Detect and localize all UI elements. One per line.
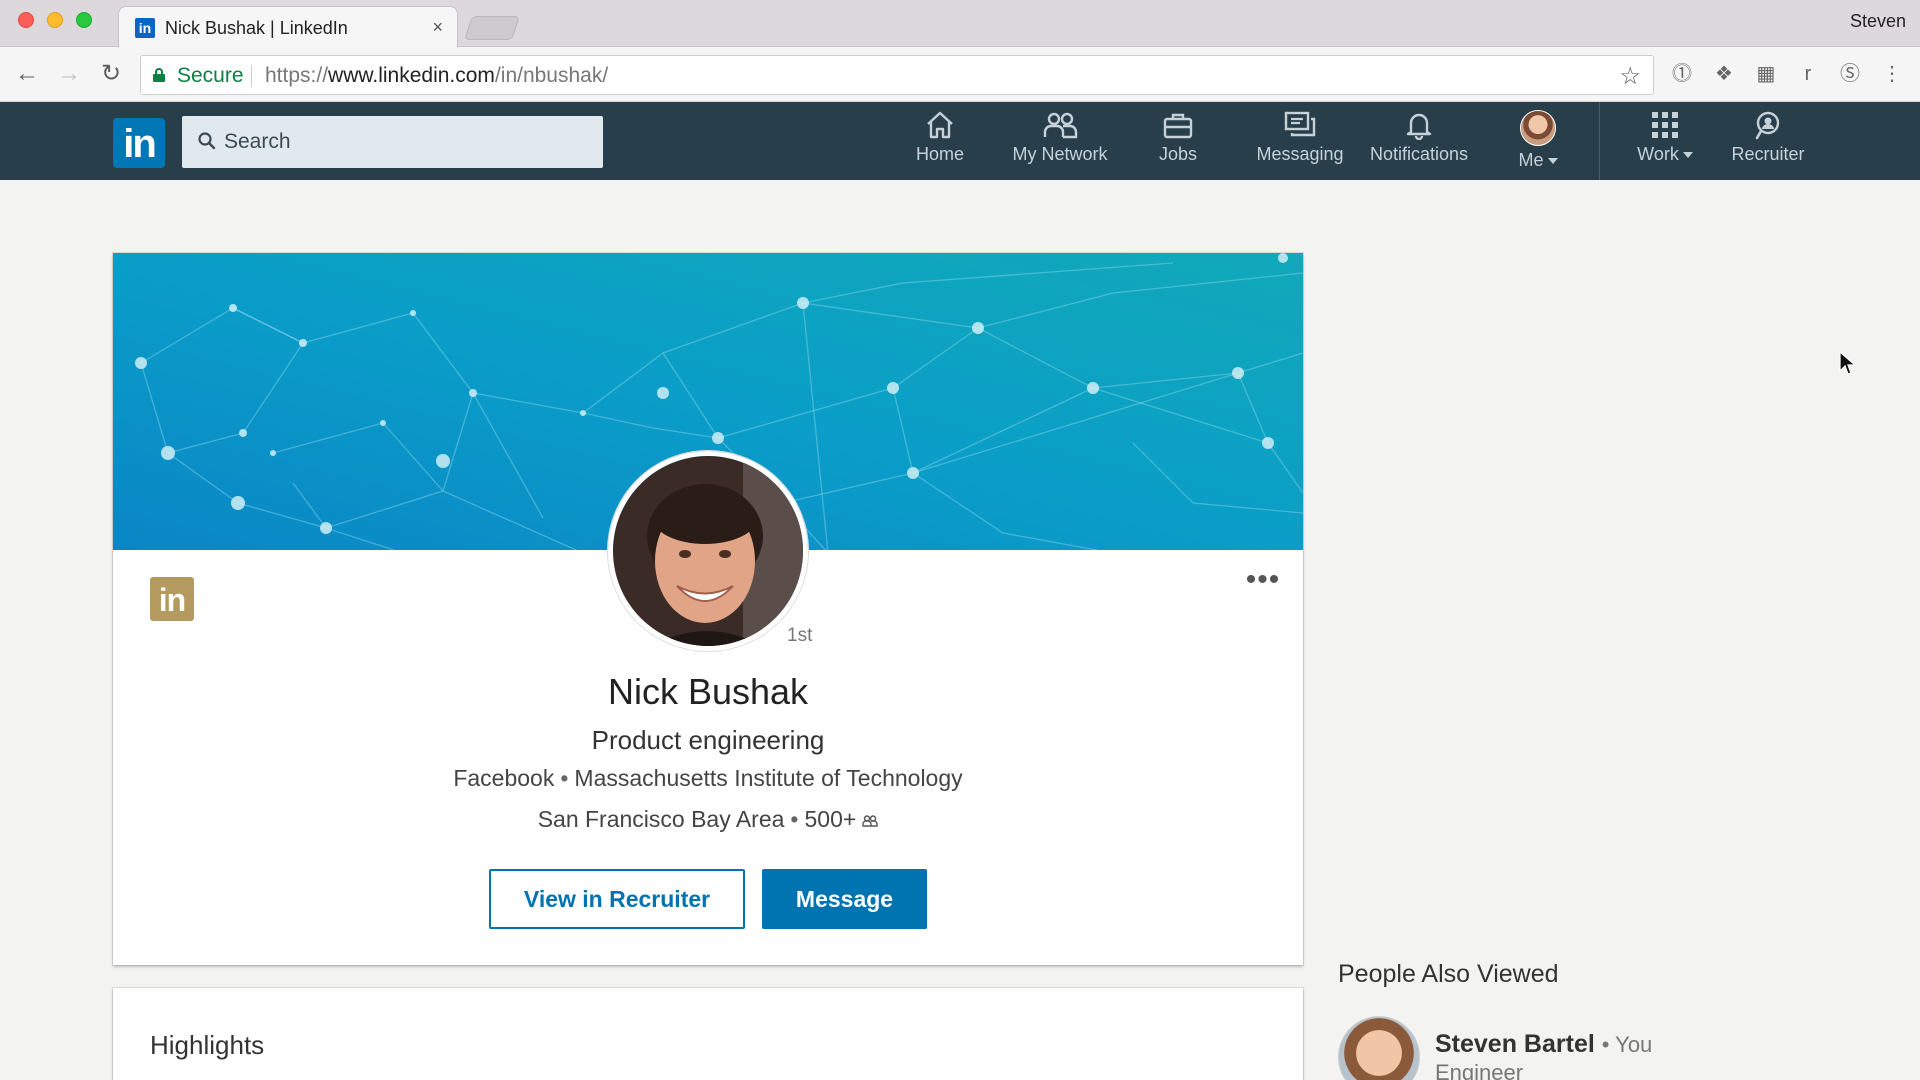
connections-icon <box>862 815 878 827</box>
connection-degree: 1st <box>787 625 813 646</box>
nav-recruiter-label: Recruiter <box>1731 144 1805 164</box>
nav-jobs-label: Jobs <box>1158 144 1198 164</box>
nav-my-network-label: My Network <box>1012 144 1108 164</box>
people-also-viewed-name[interactable]: Steven Bartel • You <box>1435 1030 1652 1059</box>
nav-jobs[interactable]: Jobs <box>1148 110 1208 174</box>
back-arrow-icon[interactable]: ← <box>12 59 42 89</box>
nav-messaging[interactable]: Messaging <box>1250 110 1350 174</box>
you-tag: • You <box>1601 1032 1653 1057</box>
messaging-icon <box>1284 111 1316 137</box>
separator-bullet: • <box>790 806 799 832</box>
avatar[interactable] <box>1338 1016 1420 1080</box>
school-link[interactable]: Massachusetts Institute of Technology <box>574 765 962 791</box>
new-tab-button[interactable] <box>464 16 520 40</box>
tab-title: Nick Bushak | LinkedIn <box>165 18 348 38</box>
chevron-down-icon <box>1547 158 1558 165</box>
home-icon <box>927 111 953 139</box>
s-extension-icon[interactable]: Ⓢ <box>1837 61 1863 87</box>
nav-messaging-label: Messaging <box>1256 144 1344 164</box>
profile-headline: Product engineering <box>591 725 825 755</box>
recruiter-icon <box>1755 111 1780 140</box>
extension-icon[interactable]: ▦ <box>1753 61 1779 87</box>
mouse-cursor-icon <box>1839 351 1857 375</box>
search-box[interactable] <box>182 116 603 168</box>
connections-count[interactable]: 500+ <box>804 806 856 832</box>
close-window-button[interactable] <box>18 12 34 28</box>
more-options-button[interactable]: ••• <box>1243 565 1283 603</box>
address-bar[interactable]: Secure https://www.linkedin.com/in/nbush… <box>140 55 1654 95</box>
reload-icon[interactable]: ↻ <box>96 59 126 89</box>
search-icon <box>198 132 216 150</box>
linkedin-favicon-icon: in <box>135 18 155 38</box>
menu-icon[interactable]: ⋮ <box>1879 61 1905 87</box>
avatar <box>1520 110 1556 146</box>
minimize-window-button[interactable] <box>47 12 63 28</box>
browser-titlebar: in Nick Bushak | LinkedIn × Steven <box>0 0 1920 47</box>
linkedin-badge-icon: in <box>150 577 194 621</box>
linkedin-navbar: in Home My Network Jobs <box>0 102 1920 180</box>
briefcase-icon <box>1163 113 1193 139</box>
company-link[interactable]: Facebook <box>453 765 554 791</box>
nav-work[interactable]: Work <box>1630 110 1700 174</box>
nav-my-network[interactable]: My Network <box>1005 110 1115 174</box>
maximize-window-button[interactable] <box>76 12 92 28</box>
browser-toolbar: ← → ↻ Secure https://www.linkedin.com/in… <box>0 47 1920 102</box>
nav-recruiter[interactable]: Recruiter <box>1725 110 1811 174</box>
lock-icon <box>153 68 165 82</box>
nav-me-label: Me <box>1518 150 1544 170</box>
profile-company-school: Facebook • Massachusetts Institute of Tech… <box>113 765 1303 792</box>
highlights-title: Highlights <box>150 1030 265 1060</box>
view-in-recruiter-button[interactable]: View in Recruiter <box>489 869 745 929</box>
secure-label: Secure <box>177 64 244 87</box>
tab-close-icon[interactable]: × <box>432 17 443 38</box>
message-button[interactable]: Message <box>762 869 927 929</box>
bookmark-star-icon[interactable]: ☆ <box>1619 62 1641 91</box>
bell-icon <box>1406 113 1432 140</box>
chevron-down-icon <box>1682 152 1693 159</box>
address-divider <box>251 65 252 87</box>
people-also-viewed-title: People Also Viewed <box>1338 960 1559 988</box>
nav-me[interactable]: Me <box>1508 110 1568 174</box>
nav-notifications-label: Notifications <box>1369 144 1469 164</box>
url-text[interactable]: https://www.linkedin.com/in/nbushak/ <box>265 64 608 88</box>
nav-home-label: Home <box>915 144 964 164</box>
browser-tab-active[interactable]: in Nick Bushak | LinkedIn × <box>118 6 458 47</box>
profile-location-connections: San Francisco Bay Area • 500+ <box>113 806 1303 833</box>
dropbox-icon[interactable]: ❖ <box>1711 61 1737 87</box>
r-extension-icon[interactable]: r <box>1795 61 1821 87</box>
nav-divider <box>1599 102 1600 180</box>
network-icon <box>1043 112 1078 139</box>
search-input[interactable] <box>224 116 594 168</box>
linkedin-logo[interactable]: in <box>113 118 165 168</box>
nav-work-label: Work <box>1637 144 1679 164</box>
forward-arrow-icon[interactable]: → <box>54 59 84 89</box>
profile-location: San Francisco Bay Area <box>537 806 785 832</box>
profile-name: Nick Bushak <box>607 671 809 712</box>
profile-top-card: in ••• 1st Nick Bushak Product engineeri… <box>113 253 1303 965</box>
grid-icon <box>1652 112 1678 138</box>
1password-icon[interactable]: ⓵ <box>1669 61 1695 87</box>
separator-bullet: • <box>560 765 569 791</box>
nav-notifications[interactable]: Notifications <box>1364 110 1474 174</box>
browser-profile-name[interactable]: Steven <box>1850 11 1906 32</box>
highlights-card: Highlights <box>113 988 1303 1080</box>
profile-photo <box>608 451 808 651</box>
nav-home[interactable]: Home <box>910 110 970 174</box>
people-also-viewed-subtitle: Engineer <box>1435 1060 1524 1080</box>
